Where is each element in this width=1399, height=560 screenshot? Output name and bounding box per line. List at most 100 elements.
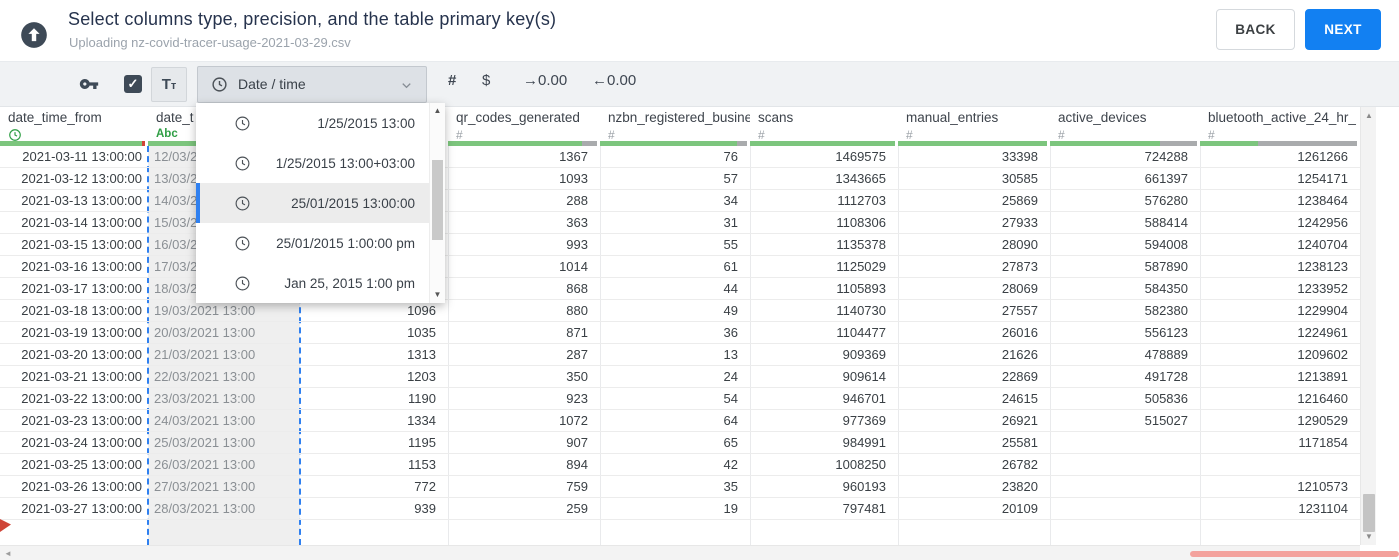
column-type-select-value: Date / time <box>238 76 306 92</box>
dropdown-scrollbar-thumb[interactable] <box>432 160 443 240</box>
scroll-up-icon[interactable]: ▲ <box>1361 109 1377 123</box>
dropdown-scrollbar[interactable]: ▲ ▼ <box>429 103 445 303</box>
table-cell: 19/03/2021 13:00 <box>154 303 256 318</box>
scroll-down-icon[interactable]: ▼ <box>1361 530 1377 544</box>
table-cell: 894 <box>566 457 588 472</box>
date-format-label: Jan 25, 2015 1:00 pm <box>284 275 415 291</box>
clock-icon <box>234 115 251 132</box>
table-row: 2021-03-27 13:00:00 28/03/2021 13:00 939 25… <box>0 498 1360 520</box>
date-format-option[interactable]: 1/25/2015 13:00+03:00 <box>196 143 445 183</box>
table-row: 2021-03-18 13:00:00 19/03/2021 13:00 1096 8… <box>0 300 1360 322</box>
date-format-label: 1/25/2015 13:00 <box>317 115 415 131</box>
table-cell: 30585 <box>1001 171 1038 186</box>
column-name: active_devices <box>1058 110 1147 125</box>
back-button[interactable]: BACK <box>1216 9 1295 50</box>
vertical-scrollbar[interactable]: ▲ ▼ <box>1360 107 1376 545</box>
table-cell: 35 <box>723 479 738 494</box>
table-cell: 1334 <box>407 413 436 428</box>
decrease-decimal-button[interactable]: ←0.00 <box>592 72 636 89</box>
table-cell: 25/03/2021 13:00 <box>154 435 256 450</box>
table-cell: 20/03/2021 13:00 <box>154 325 256 340</box>
page-title: Select columns type, precision, and the … <box>68 9 557 29</box>
primary-key-icon[interactable] <box>78 74 100 94</box>
text-type-button[interactable]: Tт <box>151 67 187 102</box>
include-column-checkbox[interactable]: ✓ <box>124 75 142 93</box>
table-cell: 2021-03-16 13:00:00 <box>21 259 142 274</box>
column-header-date_time_from[interactable]: date_time_from <box>0 107 148 146</box>
horizontal-scrollbar[interactable]: ◄ ► <box>0 545 1360 560</box>
chevron-down-icon <box>399 78 414 98</box>
table-cell: 939 <box>414 501 436 516</box>
column-name: date_time_from <box>8 110 102 125</box>
column-header-active_devices[interactable]: active_devices # <box>1050 107 1200 146</box>
column-header-scans[interactable]: scans # <box>750 107 898 146</box>
column-type-toolbar: ✓ Tт Date / time # $ →0.00 ←0.00 <box>0 62 1399 107</box>
table-cell: 363 <box>566 215 588 230</box>
column-type-select[interactable]: Date / time <box>197 66 427 103</box>
table-cell: 587890 <box>1144 259 1188 274</box>
dropdown-scroll-up-icon[interactable]: ▲ <box>430 104 445 118</box>
table-cell: 1343665 <box>835 171 886 186</box>
clock-icon <box>211 76 228 98</box>
number-type-icon: # <box>758 128 765 142</box>
table-cell: 23820 <box>1001 479 1038 494</box>
table-cell: 1093 <box>559 171 588 186</box>
table-cell: 505836 <box>1144 391 1188 406</box>
table-cell: 55 <box>723 237 738 252</box>
clock-icon <box>234 195 251 212</box>
table-cell: 28069 <box>1001 281 1038 296</box>
table-cell: 993 <box>566 237 588 252</box>
table-cell: 772 <box>414 479 436 494</box>
horizontal-scroll-indicator <box>1190 551 1399 557</box>
table-cell: 24615 <box>1001 391 1038 406</box>
table-cell: 49 <box>723 303 738 318</box>
table-cell: 34 <box>723 193 738 208</box>
table-cell: 909369 <box>842 347 886 362</box>
date-format-option[interactable]: 1/25/2015 13:00 <box>196 103 445 143</box>
date-format-option[interactable]: 25/01/2015 13:00:00 <box>196 183 445 223</box>
table-cell: 1209602 <box>1297 347 1348 362</box>
column-header-nzbn_registered_busine[interactable]: nzbn_registered_busine # <box>600 107 750 146</box>
column-header-qr_codes_generated[interactable]: qr_codes_generated # <box>448 107 600 146</box>
date-format-option[interactable]: Jan 25, 2015 1:00 pm <box>196 263 445 303</box>
table-cell: 923 <box>566 391 588 406</box>
increase-decimal-button[interactable]: →0.00 <box>523 72 567 89</box>
table-cell: 1112703 <box>837 193 886 208</box>
table-cell: 1190 <box>408 391 436 406</box>
table-cell: 2021-03-17 13:00:00 <box>21 281 142 296</box>
table-cell: 584350 <box>1144 281 1188 296</box>
table-cell: 1153 <box>408 457 436 472</box>
next-button[interactable]: NEXT <box>1305 9 1381 50</box>
date-format-label: 25/01/2015 13:00:00 <box>291 195 415 211</box>
table-cell: 13 <box>723 347 738 362</box>
table-cell: 960193 <box>842 479 886 494</box>
column-header-bluetooth_active_24_hr_[interactable]: bluetooth_active_24_hr_ # <box>1200 107 1360 146</box>
table-cell: 2021-03-18 13:00:00 <box>21 303 142 318</box>
scroll-left-icon[interactable]: ◄ <box>1 546 15 560</box>
number-type-icon: # <box>1058 128 1065 142</box>
table-cell: 28090 <box>1001 237 1038 252</box>
date-format-label: 25/01/2015 1:00:00 pm <box>276 235 415 251</box>
table-cell: 2021-03-12 13:00:00 <box>21 171 142 186</box>
table-row: 2021-03-24 13:00:00 25/03/2021 13:00 1195 9… <box>0 432 1360 454</box>
table-cell: 24 <box>723 369 738 384</box>
dropdown-scroll-down-icon[interactable]: ▼ <box>430 288 445 302</box>
table-cell: 2021-03-22 13:00:00 <box>21 391 142 406</box>
table-cell: 27933 <box>1001 215 1038 230</box>
currency-type-button[interactable]: $ <box>482 72 490 89</box>
column-name: date_t <box>156 110 194 125</box>
table-cell: 594008 <box>1144 237 1188 252</box>
number-type-button[interactable]: # <box>448 72 456 89</box>
number-type-icon: # <box>456 128 463 142</box>
table-cell: 556123 <box>1144 325 1188 340</box>
column-header-manual_entries[interactable]: manual_entries # <box>898 107 1050 146</box>
table-cell: 23/03/2021 13:00 <box>154 391 256 406</box>
table-cell: 42 <box>723 457 738 472</box>
vertical-scrollbar-thumb[interactable] <box>1363 494 1375 532</box>
table-cell: 1014 <box>559 259 588 274</box>
table-cell: 25581 <box>1001 435 1038 450</box>
table-row: 2021-03-26 13:00:00 27/03/2021 13:00 772 75… <box>0 476 1360 498</box>
table-cell: 1367 <box>559 149 588 164</box>
table-cell: 946701 <box>842 391 886 406</box>
date-format-option[interactable]: 25/01/2015 1:00:00 pm <box>196 223 445 263</box>
